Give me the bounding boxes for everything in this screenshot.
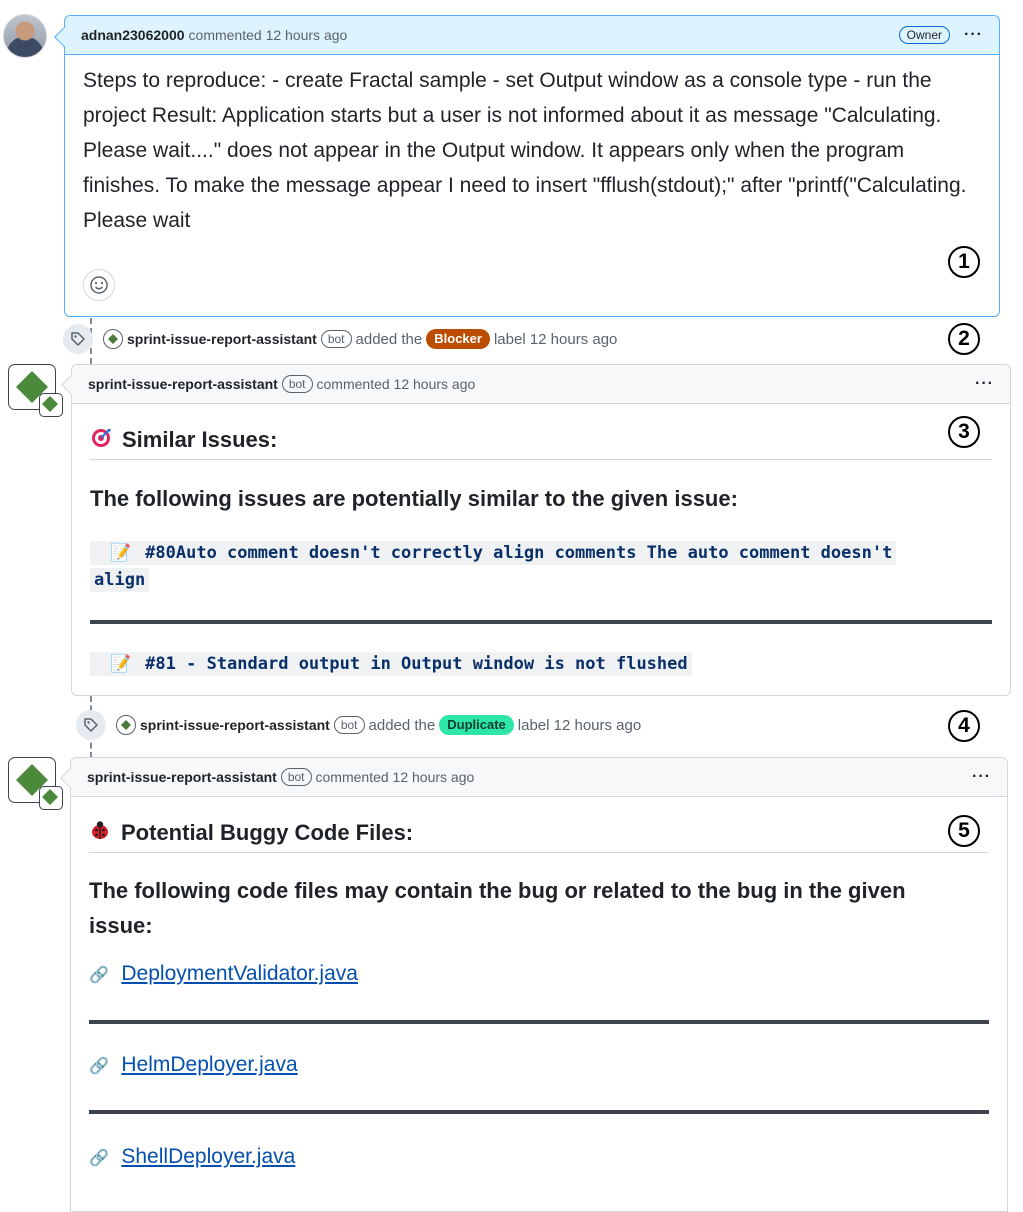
comment-header: adnan23062000 commented 12 hours ago Own… [65, 16, 999, 55]
bot-badge: bot [320, 330, 352, 348]
bot-badge: bot [280, 768, 312, 786]
event-actor[interactable]: sprint-issue-report-assistant [127, 331, 317, 347]
bot-avatar[interactable] [103, 329, 123, 349]
lead-text: The following issues are potentially sim… [90, 486, 738, 511]
avatar[interactable] [8, 364, 63, 417]
event-text: added the [355, 330, 423, 348]
bot-avatar[interactable] [116, 715, 136, 735]
file-link-row: 🔗 DeploymentValidator.java [89, 962, 358, 986]
tag-icon [63, 324, 93, 354]
memo-icon: 📝 [110, 654, 132, 674]
divider [90, 620, 992, 624]
bot-badge: bot [281, 375, 313, 393]
divider [89, 1020, 989, 1024]
link-icon: 🔗 [89, 1150, 109, 1167]
kebab-horizontal-icon[interactable]: ··· [972, 768, 991, 786]
lead-text-line: issue: [89, 913, 153, 938]
issue-link[interactable]: align [90, 568, 150, 592]
comment-header: sprint-issue-report-assistant bot commen… [72, 365, 1010, 404]
comment-author[interactable]: sprint-issue-report-assistant [88, 376, 278, 392]
file-link[interactable]: HelmDeployer.java [121, 1053, 297, 1076]
similar-issue[interactable]: 📝 #81 - Standard output in Output window … [90, 651, 692, 678]
timeline-event: sprint-issue-report-assistant bot added … [76, 710, 641, 740]
file-link-row: 🔗 ShellDeployer.java [89, 1145, 295, 1169]
smiley-icon[interactable] [83, 269, 115, 301]
comment-meta[interactable]: commented 12 hours ago [316, 769, 475, 785]
file-link[interactable]: DeploymentValidator.java [121, 962, 358, 985]
lead-text-line: The following code files may contain the… [89, 878, 906, 903]
link-icon: 🔗 [89, 1058, 109, 1075]
comment-box: sprint-issue-report-assistant bot commen… [60, 757, 1008, 1212]
issue-link[interactable]: #81 - Standard output in Output window i… [145, 654, 687, 674]
memo-icon: 📝 [110, 543, 132, 563]
avatar[interactable] [3, 14, 47, 58]
avatar[interactable] [8, 757, 63, 810]
heading-text: Similar Issues: [122, 427, 278, 452]
timeline-event: sprint-issue-report-assistant bot added … [63, 324, 617, 354]
comment-header: sprint-issue-report-assistant bot commen… [71, 758, 1007, 797]
file-link-row: 🔗 HelmDeployer.java [89, 1053, 298, 1077]
tag-icon [76, 710, 106, 740]
event-text: label 12 hours ago [517, 716, 642, 734]
marker-badge: 5 [948, 815, 980, 847]
marker-badge: 2 [948, 323, 980, 355]
section-heading: Potential Buggy Code Files: [89, 814, 989, 853]
marker-badge: 3 [948, 416, 980, 448]
comment-body: Steps to reproduce: - create Fractal sam… [83, 69, 967, 232]
heading-text: Potential Buggy Code Files: [121, 820, 414, 845]
divider [89, 1110, 989, 1114]
link-icon: 🔗 [89, 967, 109, 984]
owner-badge: Owner [898, 26, 951, 44]
comment-meta[interactable]: commented 12 hours ago [317, 376, 476, 392]
file-link[interactable]: ShellDeployer.java [121, 1145, 295, 1168]
comment-author[interactable]: adnan23062000 [81, 27, 185, 43]
bot-badge: bot [333, 716, 365, 734]
similar-issue[interactable]: 📝 #80Auto comment doesn't correctly align… [90, 540, 970, 594]
label-duplicate[interactable]: Duplicate [439, 715, 514, 735]
marker-badge: 4 [948, 710, 980, 742]
comment-meta[interactable]: commented 12 hours ago [189, 27, 348, 43]
kebab-horizontal-icon[interactable]: ··· [964, 26, 983, 44]
section-heading: Similar Issues: [90, 421, 992, 460]
event-text: added the [368, 716, 436, 734]
ladybug-icon [89, 819, 111, 847]
lead-text: The following code files may contain the… [89, 873, 989, 943]
label-blocker[interactable]: Blocker [426, 329, 490, 349]
target-icon [90, 426, 112, 454]
comment-author[interactable]: sprint-issue-report-assistant [87, 769, 277, 785]
comment-box: adnan23062000 commented 12 hours ago Own… [54, 15, 1000, 317]
kebab-horizontal-icon[interactable]: ··· [975, 375, 994, 393]
event-actor[interactable]: sprint-issue-report-assistant [140, 717, 330, 733]
event-text: label 12 hours ago [493, 330, 618, 348]
comment-box: sprint-issue-report-assistant bot commen… [61, 364, 1011, 696]
marker-badge: 1 [948, 246, 980, 278]
issue-link[interactable]: #80Auto comment doesn't correctly align … [145, 543, 892, 563]
